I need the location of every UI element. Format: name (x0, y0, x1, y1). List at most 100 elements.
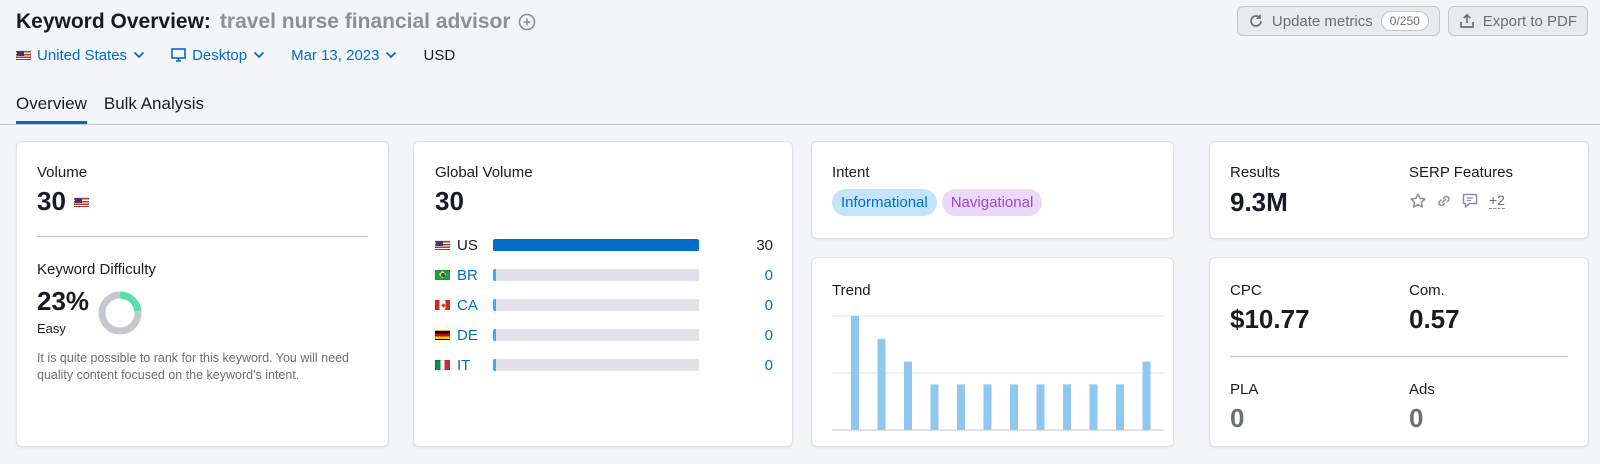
keyword-difficulty-value: 23% (37, 286, 90, 316)
date-select-label: Mar 13, 2023 (291, 46, 380, 64)
intent-tags: Informational Navigational (832, 189, 1043, 216)
country-select[interactable]: United States (16, 47, 145, 64)
page-title: Keyword Overview: (16, 10, 211, 33)
country-volume-list: US 30 BR 0 CA 0 DE 0 IT 0 (435, 230, 773, 380)
serp-features-label: SERP Features (1409, 164, 1513, 181)
country-volume-value[interactable]: 0 (765, 297, 773, 314)
review-icon[interactable] (1461, 192, 1479, 210)
country-code[interactable]: IT (457, 357, 493, 374)
country-row-ca[interactable]: CA 0 (435, 290, 773, 320)
trend-bar[interactable] (1142, 361, 1151, 430)
trend-bar[interactable] (1036, 384, 1045, 430)
global-volume-value: 30 (435, 186, 464, 216)
tab-bulk-analysis[interactable]: Bulk Analysis (104, 88, 204, 124)
export-icon (1459, 13, 1474, 28)
country-row-us: US 30 (435, 230, 773, 260)
keyword-title: travel nurse financial advisor (219, 10, 511, 33)
country-code[interactable]: BR (457, 267, 493, 284)
tab-bar: Overview Bulk Analysis (16, 88, 204, 124)
ca-flag-icon (435, 300, 450, 310)
country-code[interactable]: DE (457, 327, 493, 344)
chevron-down-icon (386, 51, 397, 59)
volume-value: 30 (37, 186, 66, 216)
star-icon[interactable] (1409, 192, 1427, 210)
link-icon[interactable] (1435, 192, 1453, 210)
cpc-card: CPC $10.77 Com. 0.57 PLA 0 Ads 0 (1209, 257, 1589, 447)
trend-card: Trend (811, 257, 1174, 447)
country-row-it[interactable]: IT 0 (435, 350, 773, 380)
country-row-br[interactable]: BR 0 (435, 260, 773, 290)
country-volume-value[interactable]: 0 (765, 357, 773, 374)
pla-label: PLA (1230, 381, 1259, 398)
trend-bar[interactable] (1063, 384, 1071, 430)
competition-value: 0.57 (1409, 304, 1460, 334)
keyword-difficulty-level: Easy (37, 321, 66, 336)
serp-features-icons: +2 (1409, 192, 1505, 210)
divider (1230, 356, 1568, 357)
update-metrics-button[interactable]: Update metrics 0/250 (1236, 6, 1440, 36)
serp-features-more[interactable]: +2 (1489, 193, 1505, 209)
chevron-down-icon (253, 51, 265, 59)
volume-label: Volume (37, 164, 88, 181)
results-value: 9.3M (1230, 187, 1288, 217)
cpc-label: CPC (1230, 282, 1262, 299)
country-volume-bar (493, 329, 699, 341)
country-code[interactable]: CA (457, 297, 493, 314)
ads-label: Ads (1409, 381, 1435, 398)
trend-chart (832, 315, 1164, 431)
chevron-down-icon (133, 51, 145, 59)
country-select-label: United States (37, 46, 128, 64)
trend-label: Trend (832, 282, 871, 299)
add-to-list-icon[interactable] (518, 13, 536, 31)
cpc-value: $10.77 (1230, 304, 1310, 334)
global-volume-label: Global Volume (435, 164, 533, 181)
trend-bar[interactable] (1010, 384, 1018, 430)
br-flag-icon (435, 270, 450, 280)
results-card: Results 9.3M SERP Features +2 (1209, 141, 1589, 239)
intent-label: Intent (832, 164, 870, 181)
us-flag-icon (435, 240, 450, 250)
country-volume-value: 30 (756, 236, 773, 254)
trend-bar[interactable] (930, 384, 939, 430)
country-row-de[interactable]: DE 0 (435, 320, 773, 350)
country-volume-bar (493, 269, 699, 281)
trend-bar[interactable] (957, 384, 965, 430)
results-label: Results (1230, 164, 1281, 181)
trend-bar[interactable] (904, 361, 912, 430)
trend-bar[interactable] (851, 316, 859, 430)
intent-tag-navigational[interactable]: Navigational (941, 189, 1043, 216)
export-pdf-button[interactable]: Export to PDF (1447, 6, 1588, 36)
desktop-icon (171, 48, 186, 62)
device-select[interactable]: Desktop (171, 47, 265, 64)
tabs-divider (0, 124, 1600, 125)
intent-card: Intent Informational Navigational (811, 141, 1174, 239)
divider (37, 236, 368, 237)
intent-tag-informational[interactable]: Informational (832, 189, 937, 216)
de-flag-icon (435, 330, 450, 340)
keyword-difficulty-label: Keyword Difficulty (37, 261, 156, 278)
country-volume-bar (493, 239, 699, 251)
competition-label: Com. (1409, 282, 1445, 299)
country-volume-value[interactable]: 0 (765, 327, 773, 344)
export-pdf-label: Export to PDF (1482, 12, 1577, 30)
country-volume-value[interactable]: 0 (765, 267, 773, 284)
update-metrics-label: Update metrics (1271, 12, 1373, 30)
volume-value-row: 30 (37, 186, 89, 217)
trend-bar[interactable] (983, 384, 992, 430)
header-actions: Update metrics 0/250 Export to PDF (1236, 6, 1588, 36)
volume-card: Volume 30 Keyword Difficulty 23% Easy It… (16, 141, 389, 447)
trend-bar[interactable] (1089, 384, 1098, 430)
device-select-label: Desktop (192, 46, 248, 64)
country-code: US (457, 236, 478, 254)
us-flag-icon (73, 196, 89, 207)
keyword-difficulty-donut (98, 291, 142, 335)
date-select[interactable]: Mar 13, 2023 (291, 47, 397, 64)
it-flag-icon (435, 360, 450, 370)
keyword-difficulty-description: It is quite possible to rank for this ke… (37, 351, 349, 382)
country-volume-bar (493, 359, 699, 371)
tab-overview[interactable]: Overview (16, 88, 87, 124)
trend-bar[interactable] (877, 338, 886, 430)
page-header: Keyword Overview: travel nurse financial… (16, 8, 536, 36)
ads-value: 0 (1409, 403, 1424, 433)
trend-bar[interactable] (1116, 384, 1124, 430)
